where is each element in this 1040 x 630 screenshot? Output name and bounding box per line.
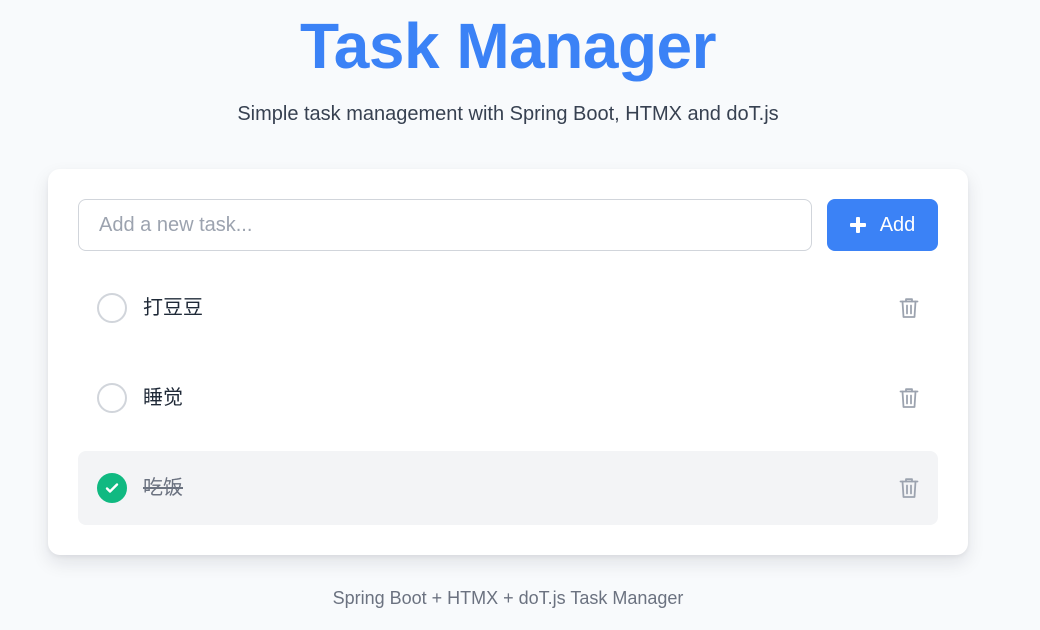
- task-text: 吃饭: [143, 477, 183, 499]
- trash-icon[interactable]: [898, 386, 920, 410]
- task-checkbox[interactable]: [97, 293, 127, 323]
- page-footer: Spring Boot + HTMX + doT.js Task Manager: [332, 588, 684, 608]
- task-checkbox[interactable]: [97, 383, 127, 413]
- add-task-button[interactable]: Add: [827, 199, 938, 251]
- task-item: 打豆豆: [78, 271, 938, 345]
- check-icon: [105, 483, 119, 493]
- page-title: Task Manager: [299, 10, 717, 82]
- add-button-label: Add: [879, 213, 916, 236]
- trash-icon[interactable]: [898, 296, 920, 320]
- task-manager-page: Task Manager Simple task management with…: [0, 0, 1040, 630]
- task-text: 睡觉: [143, 387, 183, 409]
- task-item-completed: 吃饭: [78, 451, 938, 525]
- plus-icon: [849, 217, 866, 233]
- task-card: Add 打豆豆 睡觉: [48, 169, 968, 555]
- task-item: 睡觉: [78, 361, 938, 435]
- trash-icon[interactable]: [898, 476, 920, 500]
- task-text: 打豆豆: [143, 297, 203, 319]
- page-subtitle: Simple task management with Spring Boot,…: [237, 103, 779, 125]
- new-task-input[interactable]: [78, 199, 812, 251]
- task-checkbox-checked[interactable]: [97, 473, 127, 503]
